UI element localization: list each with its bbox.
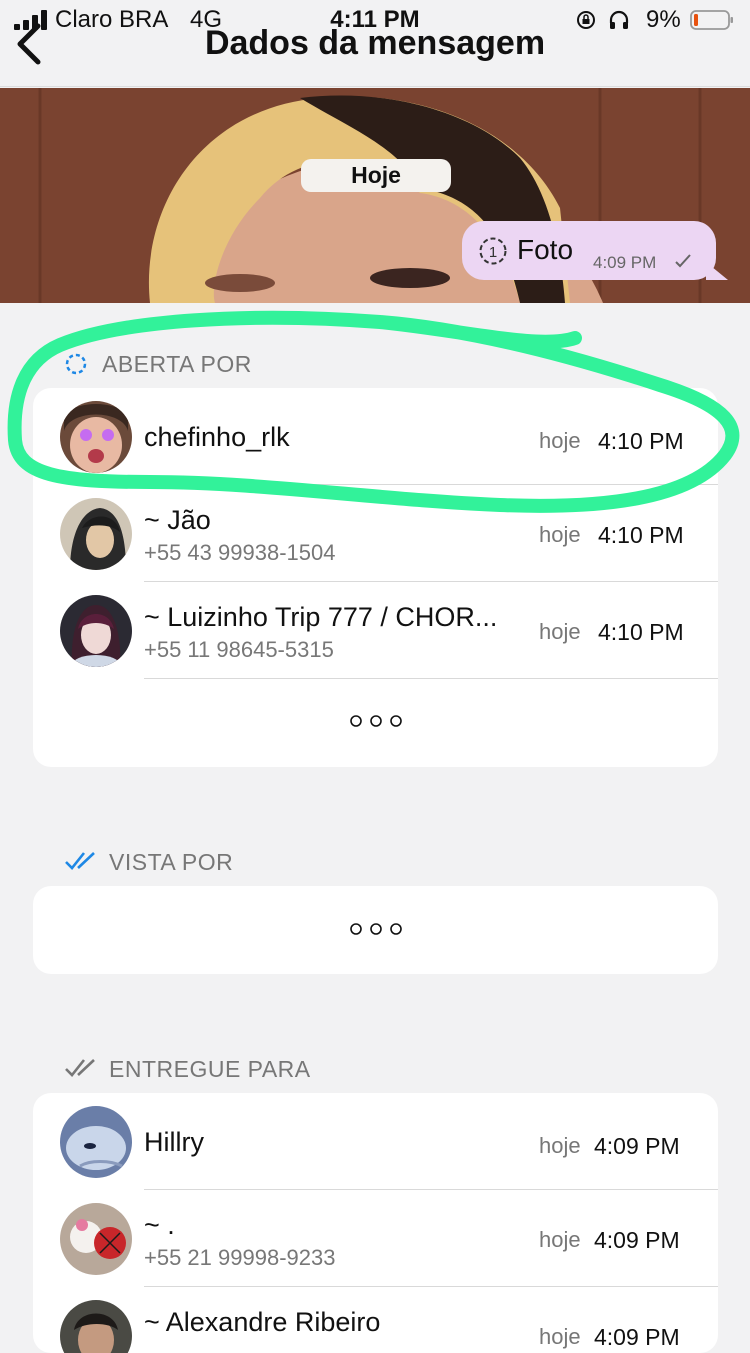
section-header-opened-by: ABERTA POR	[102, 351, 252, 377]
opened-by-card: chefinho_rlk hoje 4:10 PM ~ Jão +55 43 9…	[33, 388, 718, 767]
read-time: 4:10 PM	[598, 619, 684, 645]
avatar	[60, 1300, 132, 1353]
delivered-time: 4:09 PM	[594, 1227, 680, 1253]
status-bar: Claro BRA 4G 4:11 PM 9%	[0, 0, 750, 40]
double-check-gray-icon	[65, 1059, 95, 1077]
avatar	[60, 498, 132, 570]
delivered-to-card: Hillry hoje 4:09 PM ~ . +55 21 99998-923…	[33, 1093, 718, 1353]
contact-phone: +55 43 99938-1504	[144, 540, 336, 565]
contact-phone: +55 21 99998-9233	[144, 1245, 336, 1270]
avatar	[60, 401, 132, 473]
delivered-time: 4:09 PM	[594, 1324, 680, 1350]
headphones-icon	[609, 10, 629, 29]
more-dots-icon[interactable]	[33, 922, 718, 941]
avatar	[60, 595, 132, 667]
rotation-lock-icon	[577, 11, 595, 29]
battery-percentage: 9%	[646, 6, 681, 33]
view-once-icon: 1	[479, 237, 507, 265]
contact-name: ~ Luizinho Trip 777 / CHOR...	[144, 602, 498, 632]
contact-name: ~ Alexandre Ribeiro	[144, 1307, 381, 1337]
read-time: 4:10 PM	[598, 522, 684, 548]
more-dots-icon[interactable]	[33, 714, 718, 733]
avatar	[60, 1203, 132, 1275]
list-item[interactable]: ~ Jão +55 43 99938-1504 hoje 4:10 PM	[33, 485, 718, 582]
date-pill: Hoje	[301, 159, 451, 192]
contact-name: chefinho_rlk	[144, 422, 290, 452]
read-day: hoje	[539, 522, 581, 547]
delivered-day: hoje	[539, 1324, 581, 1349]
battery-icon	[690, 10, 733, 30]
section-header-delivered-to: ENTREGUE PARA	[109, 1056, 311, 1082]
delivered-time: 4:09 PM	[594, 1133, 680, 1159]
contact-name: ~ .	[144, 1210, 175, 1240]
list-item[interactable]: chefinho_rlk hoje 4:10 PM	[33, 388, 718, 485]
divider	[144, 678, 718, 679]
list-item[interactable]: ~ Luizinho Trip 777 / CHOR... +55 11 986…	[33, 582, 718, 679]
single-check-icon	[675, 254, 691, 268]
svg-text:1: 1	[489, 244, 497, 261]
list-item[interactable]: ~ . +55 21 99998-9233 hoje 4:09 PM	[33, 1190, 718, 1287]
view-once-dashed-icon	[65, 353, 87, 375]
message-bubble[interactable]: 1 Foto 4:09 PM	[462, 221, 728, 280]
contact-name: Hillry	[144, 1127, 204, 1157]
list-item[interactable]: ~ Alexandre Ribeiro hoje 4:09 PM	[33, 1287, 718, 1353]
viewed-by-card	[33, 886, 718, 974]
double-check-blue-icon	[65, 852, 95, 870]
contact-name: ~ Jão	[144, 505, 211, 535]
read-time: 4:10 PM	[598, 428, 684, 454]
delivered-day: hoje	[539, 1227, 581, 1252]
read-day: hoje	[539, 619, 581, 644]
message-preview: Hoje 1 Foto 4:09 PM	[0, 88, 750, 303]
message-label: Foto	[517, 234, 574, 265]
contact-phone: +55 11 98645-5315	[144, 637, 334, 662]
list-item[interactable]: Hillry hoje 4:09 PM	[33, 1093, 718, 1190]
clock: 4:11 PM	[330, 6, 420, 33]
read-day: hoje	[539, 428, 581, 453]
section-header-viewed-by: VISTA POR	[109, 849, 234, 875]
delivered-day: hoje	[539, 1133, 581, 1158]
message-time: 4:09 PM	[593, 253, 657, 272]
avatar	[60, 1106, 132, 1178]
